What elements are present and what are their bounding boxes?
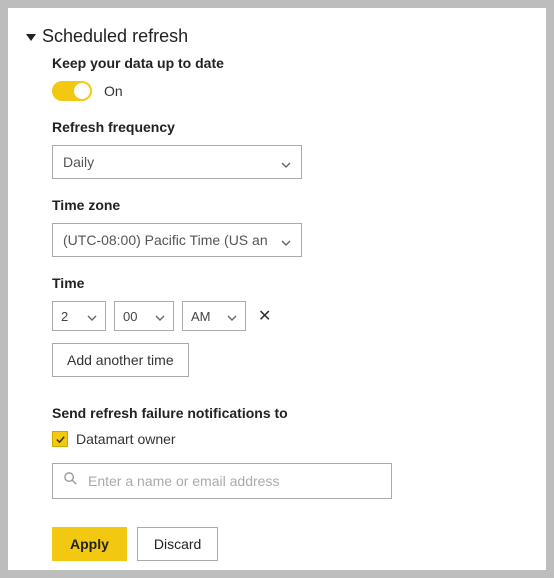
time-ampm-select[interactable]: AM bbox=[182, 301, 246, 331]
section-header[interactable]: Scheduled refresh bbox=[26, 26, 518, 47]
notification-recipient-input-wrapper[interactable] bbox=[52, 463, 392, 499]
discard-button[interactable]: Discard bbox=[137, 527, 218, 561]
refresh-frequency-value: Daily bbox=[63, 154, 94, 170]
time-label: Time bbox=[52, 275, 518, 291]
scheduled-refresh-panel: Scheduled refresh Keep your data up to d… bbox=[6, 6, 548, 572]
refresh-frequency-label: Refresh frequency bbox=[52, 119, 518, 135]
time-ampm-value: AM bbox=[191, 309, 211, 324]
time-hour-value: 2 bbox=[61, 309, 68, 324]
time-minute-value: 00 bbox=[123, 309, 137, 324]
datamart-owner-checkbox[interactable] bbox=[52, 431, 68, 447]
toggle-state-text: On bbox=[104, 83, 123, 99]
timezone-label: Time zone bbox=[52, 197, 518, 213]
caret-down-icon bbox=[26, 34, 36, 41]
search-icon bbox=[63, 471, 78, 491]
section-title: Scheduled refresh bbox=[42, 26, 188, 47]
chevron-down-icon bbox=[155, 311, 165, 321]
chevron-down-icon bbox=[87, 311, 97, 321]
chevron-down-icon bbox=[281, 235, 291, 245]
keep-up-to-date-label: Keep your data up to date bbox=[52, 55, 518, 71]
remove-time-icon[interactable]: ✕ bbox=[254, 306, 275, 326]
time-hour-select[interactable]: 2 bbox=[52, 301, 106, 331]
toggle-knob bbox=[74, 83, 90, 99]
datamart-owner-label: Datamart owner bbox=[76, 431, 176, 447]
refresh-frequency-select[interactable]: Daily bbox=[52, 145, 302, 179]
notifications-label: Send refresh failure notifications to bbox=[52, 405, 518, 421]
chevron-down-icon bbox=[227, 311, 237, 321]
chevron-down-icon bbox=[281, 157, 291, 167]
timezone-value: (UTC-08:00) Pacific Time (US an bbox=[63, 232, 268, 248]
apply-button[interactable]: Apply bbox=[52, 527, 127, 561]
notification-recipient-input[interactable] bbox=[88, 473, 381, 489]
time-minute-select[interactable]: 00 bbox=[114, 301, 174, 331]
add-another-time-button[interactable]: Add another time bbox=[52, 343, 189, 377]
timezone-select[interactable]: (UTC-08:00) Pacific Time (US an bbox=[52, 223, 302, 257]
keep-up-to-date-toggle[interactable] bbox=[52, 81, 92, 101]
